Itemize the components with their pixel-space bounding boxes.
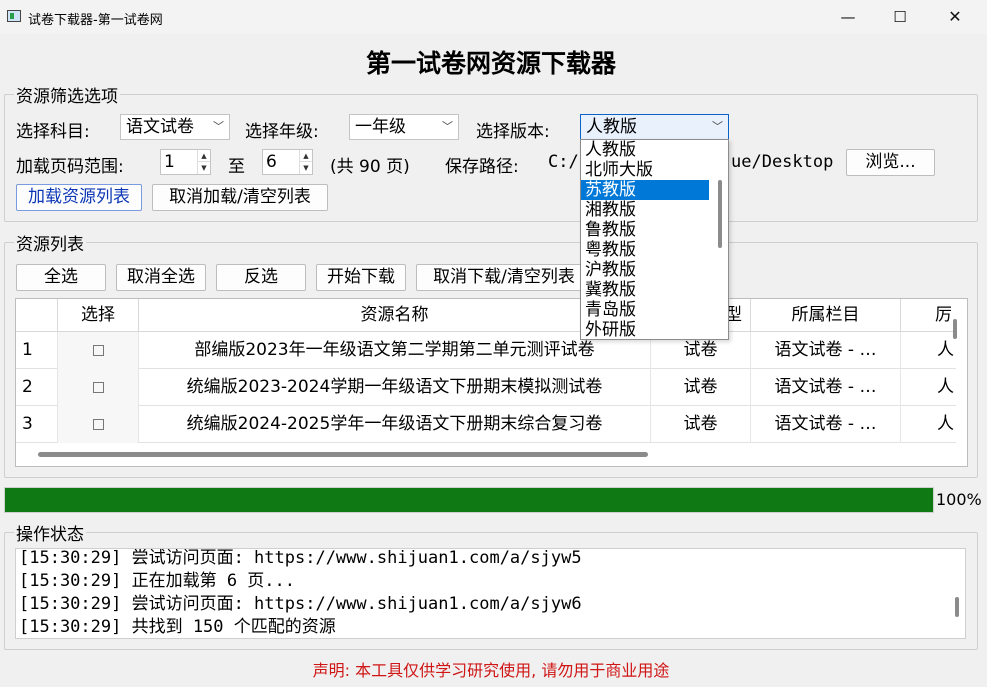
dropdown-option[interactable]: 冀教版 [581, 280, 709, 300]
grade-label: 选择年级: [245, 122, 319, 142]
row-type: 试卷 [651, 406, 751, 443]
row-category: 语文试卷 - … [751, 369, 901, 406]
progress-percent: 100% [936, 490, 982, 509]
log-line: [15:30:29] 共找到 150 个匹配的资源 [19, 617, 336, 637]
row-select-cell[interactable] [58, 369, 139, 406]
status-log[interactable]: [15:30:29] 尝试访问页面: https://www.shijuan1.… [15, 548, 966, 639]
edition-label: 选择版本: [476, 122, 550, 142]
status-group-label: 操作状态 [14, 520, 86, 545]
disclaimer-text: 声明: 本工具仅供学习研究使用, 请勿用于商业用途 [312, 661, 670, 680]
spin-up-icon[interactable]: ▲ [197, 150, 210, 162]
row-select-cell[interactable] [58, 406, 139, 443]
checkbox-icon[interactable] [92, 381, 104, 393]
minimize-button[interactable]: — [825, 0, 871, 34]
dropdown-option[interactable]: 北师大版 [581, 160, 709, 180]
edition-select[interactable]: 人教版 ﹀ [580, 114, 729, 140]
dropdown-option[interactable]: 鲁教版 [581, 220, 709, 240]
column-header-extra[interactable]: 厉 [901, 299, 956, 332]
close-button[interactable]: ✕ [932, 0, 978, 34]
row-type: 试卷 [651, 369, 751, 406]
load-resources-button[interactable]: 加载资源列表 [16, 184, 142, 211]
table-vertical-scrollbar[interactable] [953, 319, 957, 339]
row-category: 语文试卷 - … [751, 332, 901, 369]
page-range-label: 加载页码范围: [16, 157, 124, 177]
row-resource-name: 部编版2023年一年级语文第二学期第二单元测评试卷 [139, 332, 651, 369]
page-from-value: 1 [164, 152, 175, 172]
dropdown-option[interactable]: 人教版 [581, 140, 709, 160]
dropdown-scrollbar[interactable] [718, 180, 722, 248]
table-row[interactable]: 1 部编版2023年一年级语文第二学期第二单元测评试卷 试卷 语文试卷 - … … [16, 332, 956, 369]
spin-down-icon[interactable]: ▼ [197, 162, 210, 174]
cancel-download-button[interactable]: 取消下载/清空列表 [416, 264, 592, 291]
spin-up-icon[interactable]: ▲ [299, 150, 312, 162]
deselect-all-button[interactable]: 取消全选 [116, 264, 206, 291]
dropdown-option[interactable]: 青岛版 [581, 300, 709, 320]
table-row[interactable]: 3 统编版2024-2025学年一年级语文下册期末综合复习卷 试卷 语文试卷 -… [16, 406, 956, 443]
dropdown-option[interactable]: 苏教版 [581, 180, 709, 200]
log-line: [15:30:29] 正在加载第 6 页... [19, 571, 295, 591]
subject-select-value: 语文试卷 [126, 117, 194, 137]
page-to-spinbox[interactable]: 6 ▲ ▼ [262, 149, 313, 175]
edition-select-value: 人教版 [586, 117, 637, 137]
edition-dropdown-list[interactable]: 人教版 北师大版 苏教版 湘教版 鲁教版 粤教版 沪教版 冀教版 青岛版 外研版 [580, 139, 729, 340]
dropdown-option[interactable]: 沪教版 [581, 260, 709, 280]
checkbox-icon[interactable] [92, 344, 104, 356]
browse-button[interactable]: 浏览... [846, 149, 935, 176]
row-extra: 人 [937, 377, 954, 397]
maximize-button[interactable]: ☐ [877, 0, 923, 34]
spin-down-icon[interactable]: ▼ [299, 162, 312, 174]
row-category: 语文试卷 - … [751, 406, 901, 443]
log-line: [15:30:29] 尝试访问页面: https://www.shijuan1.… [19, 548, 582, 568]
table-horizontal-scrollbar[interactable] [38, 452, 648, 457]
subject-select[interactable]: 语文试卷 ﹀ [120, 114, 230, 140]
column-header-index [16, 299, 58, 332]
page-to-label: 至 [228, 157, 245, 177]
dropdown-option[interactable]: 湘教版 [581, 200, 709, 220]
download-progress-bar [4, 487, 934, 513]
page-from-spinbox[interactable]: 1 ▲ ▼ [160, 149, 211, 175]
table-header: 选择 资源名称 型 所属栏目 厉 [16, 299, 956, 332]
row-resource-name: 统编版2023-2024学期一年级语文下册期末模拟测试卷 [139, 369, 651, 406]
progress-fill [5, 488, 933, 512]
save-path-suffix[interactable]: ue/Desktop [731, 152, 833, 172]
window-title: 试卷下载器-第一试卷网 [28, 13, 163, 28]
save-path-prefix[interactable]: C:/ [548, 152, 579, 172]
resource-group-label: 资源列表 [14, 230, 86, 255]
row-resource-name: 统编版2024-2025学年一年级语文下册期末综合复习卷 [139, 406, 651, 443]
log-line: [15:30:29] 尝试访问页面: https://www.shijuan1.… [19, 594, 582, 614]
resource-table[interactable]: 选择 资源名称 型 所属栏目 厉 1 部编版2023年一年级语文第二学期第二单元… [15, 298, 968, 467]
row-index: 3 [16, 406, 58, 443]
chevron-down-icon: ﹀ [213, 120, 224, 133]
column-header-category[interactable]: 所属栏目 [751, 299, 901, 332]
app-icon [7, 10, 21, 22]
log-vertical-scrollbar[interactable] [955, 597, 959, 617]
row-index: 2 [16, 369, 58, 406]
subject-label: 选择科目: [16, 122, 90, 142]
grade-select-value: 一年级 [355, 117, 406, 137]
row-extra: 人 [937, 414, 954, 434]
row-index: 1 [16, 332, 58, 369]
table-row[interactable]: 2 统编版2023-2024学期一年级语文下册期末模拟测试卷 试卷 语文试卷 -… [16, 369, 956, 406]
page-to-value: 6 [266, 152, 277, 172]
select-all-button[interactable]: 全选 [16, 264, 106, 291]
column-header-name[interactable]: 资源名称 [139, 299, 651, 332]
page-title: 第一试卷网资源下载器 [365, 49, 616, 78]
page-total-text: (共 90 页) [330, 157, 410, 177]
dropdown-option[interactable]: 粤教版 [581, 240, 709, 260]
row-select-cell[interactable] [58, 332, 139, 369]
cancel-load-button[interactable]: 取消加载/清空列表 [152, 184, 328, 211]
title-bar: 试卷下载器-第一试卷网 — ☐ ✕ [0, 0, 987, 34]
save-path-label: 保存路径: [445, 157, 519, 177]
grade-select[interactable]: 一年级 ﹀ [349, 114, 459, 140]
row-extra: 人 [937, 340, 954, 360]
invert-selection-button[interactable]: 反选 [216, 264, 306, 291]
start-download-button[interactable]: 开始下载 [316, 264, 406, 291]
dropdown-option[interactable]: 外研版 [581, 320, 709, 339]
filter-group-label: 资源筛选选项 [14, 82, 120, 107]
checkbox-icon[interactable] [92, 418, 104, 430]
chevron-down-icon: ﹀ [712, 120, 723, 133]
column-header-select[interactable]: 选择 [58, 299, 139, 332]
chevron-down-icon: ﹀ [442, 120, 453, 133]
